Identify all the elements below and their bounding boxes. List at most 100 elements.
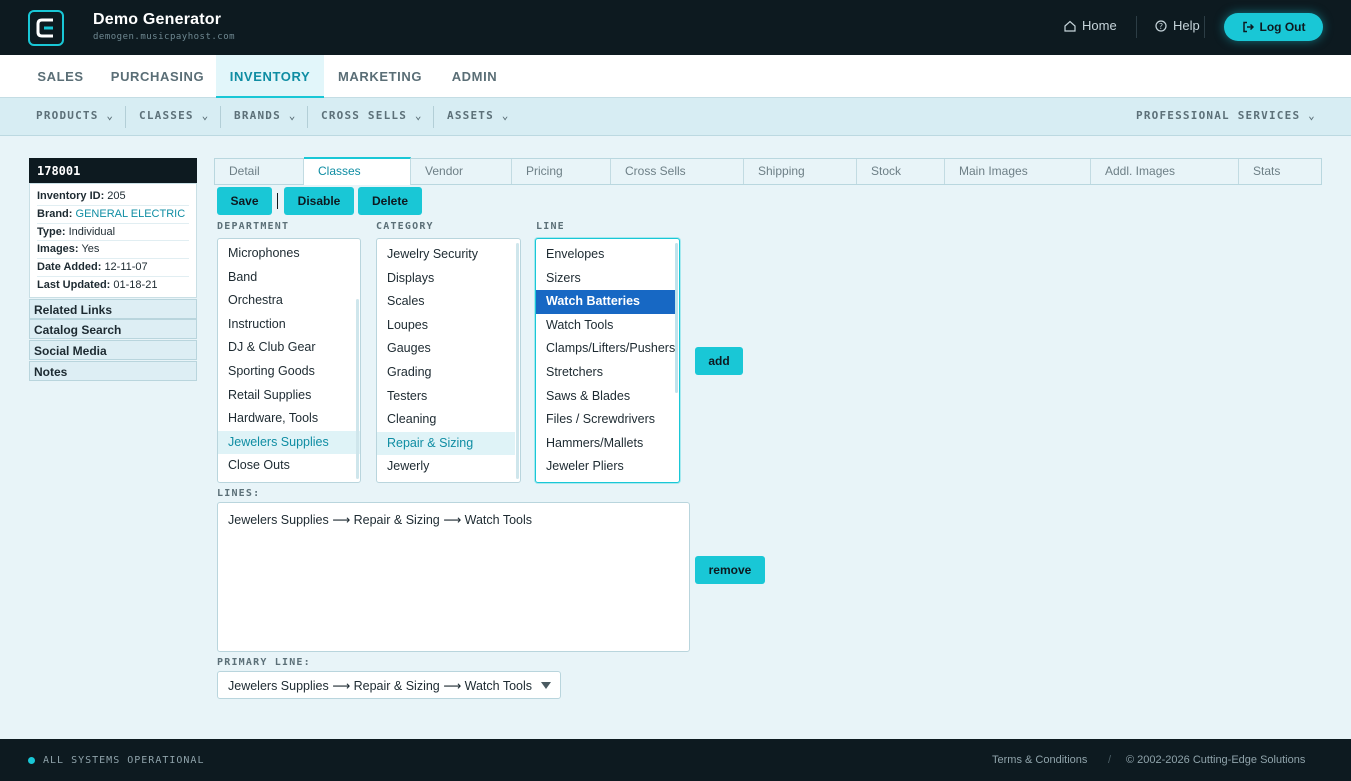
department-option[interactable]: Hardware, Tools [218, 407, 360, 431]
info-value: 205 [107, 190, 126, 202]
line-scrollbar[interactable] [675, 243, 678, 393]
chevron-down-icon: ⌄ [501, 109, 510, 122]
line-option[interactable]: Saws & Blades [536, 385, 679, 409]
tab-shipping[interactable]: Shipping [744, 159, 857, 184]
related-links-button[interactable]: Related Links [29, 299, 197, 319]
subnav-cross-sells-label: CROSS SELLS [321, 109, 408, 122]
catalog-search-button[interactable]: Catalog Search [29, 319, 197, 339]
terms-link[interactable]: Terms & Conditions [992, 754, 1087, 766]
line-option[interactable]: Watch Tools [536, 314, 679, 338]
department-scrollbar[interactable] [356, 299, 359, 479]
tab-stock[interactable]: Stock [857, 159, 945, 184]
line-option[interactable]: Hammers/Mallets [536, 432, 679, 456]
line-option[interactable]: Jeweler Pliers [536, 455, 679, 479]
main-tab-purchasing[interactable]: PURCHASING [99, 55, 216, 98]
category-option[interactable]: Cleaning [377, 408, 520, 432]
category-option[interactable]: Grading [377, 361, 520, 385]
subnav-assets[interactable]: ASSETS ⌄ [447, 109, 510, 122]
save-button[interactable]: Save [217, 187, 272, 215]
line-option[interactable]: Sizers [536, 267, 679, 291]
svg-text:?: ? [1159, 22, 1163, 31]
delete-button[interactable]: Delete [358, 187, 422, 215]
category-option[interactable]: Jewerly [377, 455, 520, 479]
primary-line-select[interactable]: Jewelers Supplies ⟶ Repair & Sizing ⟶ Wa… [217, 671, 561, 699]
info-label: Date Added: [37, 261, 102, 274]
category-option-selected[interactable]: Repair & Sizing [377, 431, 515, 456]
notes-button[interactable]: Notes [29, 361, 197, 381]
assigned-line-item[interactable]: Jewelers Supplies ⟶ Repair & Sizing ⟶ Wa… [228, 512, 679, 527]
info-label: Images: [37, 243, 79, 256]
app-title: Demo Generator [93, 11, 222, 28]
tab-vendor[interactable]: Vendor [411, 159, 512, 184]
category-option[interactable]: Testers [377, 385, 520, 409]
tab-classes[interactable]: Classes [304, 157, 411, 185]
help-link[interactable]: ? Help [1155, 18, 1200, 33]
line-option[interactable]: Clamps/Lifters/Pushers [536, 337, 679, 361]
department-option[interactable]: Microphones [218, 242, 360, 266]
line-option[interactable]: Files / Screwdrivers [536, 408, 679, 432]
line-option-selected[interactable]: Watch Batteries [536, 290, 675, 314]
assigned-lines-box[interactable]: Jewelers Supplies ⟶ Repair & Sizing ⟶ Wa… [217, 502, 690, 652]
department-option[interactable]: Orchestra [218, 289, 360, 313]
line-option[interactable]: Envelopes [536, 243, 679, 267]
category-option[interactable]: Jewelry Security [377, 243, 520, 267]
tab-cross-sells[interactable]: Cross Sells [611, 159, 744, 184]
department-listbox[interactable]: Microphones Band Orchestra Instruction D… [217, 238, 361, 483]
subnav-brands[interactable]: BRANDS ⌄ [234, 109, 297, 122]
subnav-professional-services[interactable]: PROFESSIONAL SERVICES ⌄ [1136, 109, 1316, 122]
department-option[interactable]: Instruction [218, 313, 360, 337]
remove-button[interactable]: remove [695, 556, 765, 584]
main-tab-marketing[interactable]: MARKETING [324, 55, 436, 98]
line-listbox[interactable]: Envelopes Sizers Watch Batteries Watch T… [535, 238, 680, 483]
main-tab-sales[interactable]: SALES [22, 55, 99, 98]
category-listbox[interactable]: Jewelry Security Displays Scales Loupes … [376, 238, 521, 483]
info-label: Brand: [37, 207, 73, 220]
subnav-products[interactable]: PRODUCTS ⌄ [36, 109, 114, 122]
tab-pricing[interactable]: Pricing [512, 159, 611, 184]
footer-divider: / [1108, 754, 1112, 766]
primary-line-label: PRIMARY LINE: [217, 657, 311, 668]
line-option[interactable]: Stretchers [536, 361, 679, 385]
department-option-selected[interactable]: Jewelers Supplies [218, 430, 360, 455]
subnav-cross-sells[interactable]: CROSS SELLS ⌄ [321, 109, 423, 122]
header-divider [1136, 16, 1137, 38]
chevron-down-icon: ⌄ [1308, 109, 1316, 122]
category-scrollbar[interactable] [516, 243, 519, 479]
main-tab-admin[interactable]: ADMIN [436, 55, 513, 98]
social-media-button[interactable]: Social Media [29, 340, 197, 360]
info-value: Individual [68, 225, 116, 238]
tab-addl-images[interactable]: Addl. Images [1091, 159, 1239, 184]
product-tabs: Detail Classes Vendor Pricing Cross Sell… [214, 157, 1322, 185]
app-logo-icon[interactable] [28, 10, 64, 46]
department-option[interactable]: Sporting Goods [218, 360, 360, 384]
info-label: Last Updated: [37, 278, 111, 291]
copyright: © 2002-2026 Cutting-Edge Solutions [1126, 754, 1306, 766]
home-link[interactable]: Home [1064, 18, 1117, 33]
logout-label: Log Out [1259, 20, 1306, 34]
help-icon: ? [1155, 19, 1167, 32]
subnav-classes[interactable]: CLASSES ⌄ [139, 109, 209, 122]
category-option[interactable]: Gauges [377, 337, 520, 361]
subnav-divider [307, 106, 308, 128]
tab-main-images[interactable]: Main Images [945, 159, 1091, 184]
logout-button[interactable]: Log Out [1224, 13, 1323, 41]
disable-button[interactable]: Disable [284, 187, 354, 215]
department-label: DEPARTMENT [217, 221, 290, 232]
category-option[interactable]: Scales [377, 290, 520, 314]
category-option[interactable]: Displays [377, 267, 520, 291]
category-label: CATEGORY [376, 221, 434, 232]
department-option[interactable]: Band [218, 266, 360, 290]
department-option[interactable]: Close Outs [218, 454, 360, 478]
category-option[interactable]: Loupes [377, 314, 520, 338]
department-option[interactable]: Retail Supplies [218, 384, 360, 408]
main-tab-inventory[interactable]: INVENTORY [216, 55, 324, 98]
add-button[interactable]: add [695, 347, 743, 375]
tab-detail[interactable]: Detail [215, 159, 304, 184]
subnav-divider [220, 106, 221, 128]
chevron-down-icon: ⌄ [288, 109, 297, 122]
tab-stats[interactable]: Stats [1239, 159, 1321, 184]
brand-link[interactable]: GENERAL ELECTRIC [76, 208, 186, 220]
system-status: ALL SYSTEMS OPERATIONAL [43, 755, 205, 766]
department-option[interactable]: DJ & Club Gear [218, 336, 360, 360]
subnav-assets-label: ASSETS [447, 109, 494, 122]
